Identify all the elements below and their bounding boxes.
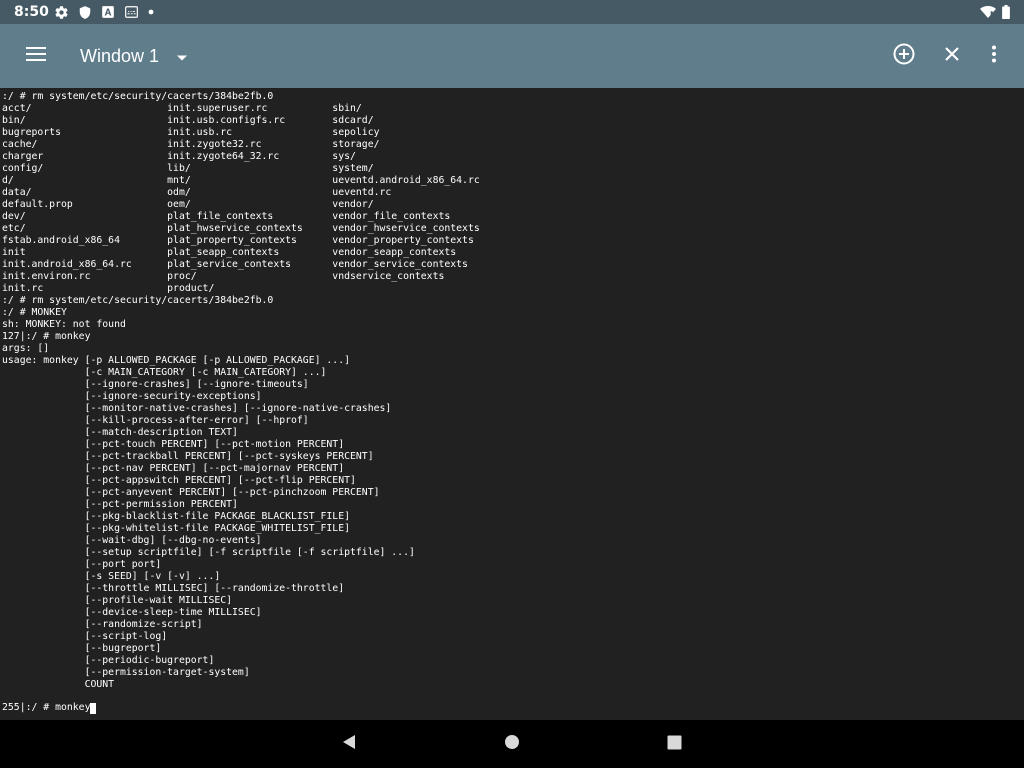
- terminal-line: [--randomize-script]: [2, 619, 203, 630]
- terminal-line: etc/ plat_hwservice_contexts vendor_hwse…: [2, 223, 480, 234]
- terminal-line: config/ lib/ system/: [2, 163, 374, 174]
- terminal-line: init.environ.rc proc/ vndservice_context…: [2, 271, 445, 282]
- terminal-line: [--pct-anyevent PERCENT] [--pct-pinchzoo…: [2, 487, 380, 498]
- battery-icon: [1002, 5, 1010, 19]
- terminal-line: :/ # rm system/etc/security/cacerts/384b…: [2, 295, 274, 306]
- font-a-icon: [101, 5, 115, 19]
- terminal-line: [--ignore-security-exceptions]: [2, 391, 262, 402]
- terminal-line: init.android_x86_64.rc plat_service_cont…: [2, 259, 468, 270]
- terminal-line: [--wait-dbg] [--dbg-no-events]: [2, 535, 262, 546]
- close-icon: [944, 46, 960, 66]
- terminal-line: usage: monkey [-p ALLOWED_PACKAGE [-p AL…: [2, 355, 350, 366]
- terminal-line: init plat_seapp_contexts vendor_seapp_co…: [2, 247, 457, 258]
- status-bar: 8:50: [0, 0, 1024, 24]
- terminal-line: [--permission-target-system]: [2, 667, 250, 678]
- terminal-line: bin/ init.usb.configfs.rc sdcard/: [2, 115, 374, 126]
- add-circle-icon: [893, 43, 915, 69]
- app-toolbar: Window 1: [0, 24, 1024, 88]
- window-title[interactable]: Window 1: [80, 44, 159, 68]
- dot-icon: [148, 9, 154, 15]
- terminal-line: [--pct-nav PERCENT] [--pct-majornav PERC…: [2, 463, 345, 474]
- terminal-line: 127|:/ # monkey: [2, 331, 91, 342]
- home-button[interactable]: [496, 728, 528, 760]
- terminal-line: [--pct-touch PERCENT] [--pct-motion PERC…: [2, 439, 345, 450]
- terminal-line: args: []: [2, 343, 50, 354]
- terminal-line: :/ # MONKEY: [2, 307, 67, 318]
- back-button[interactable]: [333, 728, 365, 760]
- shield-icon: [78, 5, 92, 20]
- status-time: 8:50: [14, 4, 49, 20]
- terminal-line: [--port port]: [2, 559, 162, 570]
- terminal-line: d/ mnt/ ueventd.android_x86_64.rc: [2, 175, 480, 186]
- terminal-line: fstab.android_x86_64 plat_property_conte…: [2, 235, 474, 246]
- terminal-line: [--pct-appswitch PERCENT] [--pct-flip PE…: [2, 475, 356, 486]
- terminal-line: [--periodic-bugreport]: [2, 655, 215, 666]
- menu-button[interactable]: [16, 36, 56, 76]
- text-cursor: [90, 702, 97, 714]
- terminal-line: [-s SEED] [-v [-v] ...]: [2, 571, 221, 582]
- terminal-line: [--pkg-whitelist-file PACKAGE_WHITELIST_…: [2, 523, 350, 534]
- terminal-line: [--device-sleep-time MILLISEC]: [2, 607, 262, 618]
- terminal-line: cache/ init.zygote32.rc storage/: [2, 139, 380, 150]
- terminal-line: [--bugreport]: [2, 643, 162, 654]
- terminal-line: bugreports init.usb.rc sepolicy: [2, 127, 380, 138]
- new-window-button[interactable]: [884, 36, 924, 76]
- chevron-down-icon: [176, 47, 188, 66]
- terminal-line: [--setup scriptfile] [-f scriptfile [-f …: [2, 547, 415, 558]
- back-icon: [341, 734, 357, 754]
- terminal-line: [--kill-process-after-error] [--hprof]: [2, 415, 309, 426]
- status-notification-icons: [54, 4, 154, 20]
- recents-icon: [667, 735, 682, 754]
- overflow-menu-button[interactable]: [974, 36, 1014, 76]
- terminal-line: init.rc product/: [2, 283, 215, 294]
- hamburger-icon: [26, 46, 46, 66]
- terminal-line: [--throttle MILLISEC] [--randomize-throt…: [2, 583, 345, 594]
- terminal-prompt-line[interactable]: 255|:/ # monkey: [2, 702, 97, 714]
- terminal-line: [--pct-permission PERCENT]: [2, 499, 238, 510]
- status-system-icons: [980, 4, 1010, 20]
- recents-button[interactable]: [658, 728, 690, 760]
- close-window-button[interactable]: [932, 36, 972, 76]
- terminal-line: [--ignore-crashes] [--ignore-timeouts]: [2, 379, 309, 390]
- keyboard-icon: [124, 5, 139, 19]
- window-dropdown-button[interactable]: [170, 44, 194, 68]
- terminal-line: [--pkg-blacklist-file PACKAGE_BLACKLIST_…: [2, 511, 350, 522]
- terminal-line: [--monitor-native-crashes] [--ignore-nat…: [2, 403, 392, 414]
- terminal-line: COUNT: [2, 679, 115, 690]
- terminal-prompt: 255|:/ # monkey: [2, 702, 91, 713]
- terminal-line: acct/ init.superuser.rc sbin/: [2, 103, 362, 114]
- terminal-line: dev/ plat_file_contexts vendor_file_cont…: [2, 211, 451, 222]
- navigation-bar: [0, 720, 1024, 768]
- terminal-line: [--match-description TEXT]: [2, 427, 238, 438]
- terminal-line: :/ # rm system/etc/security/cacerts/384b…: [2, 91, 274, 102]
- terminal-line: [--profile-wait MILLISEC]: [2, 595, 233, 606]
- terminal-output: :/ # rm system/etc/security/cacerts/384b…: [2, 91, 480, 691]
- gear-icon: [54, 5, 69, 20]
- terminal-line: charger init.zygote64_32.rc sys/: [2, 151, 356, 162]
- terminal-line: sh: MONKEY: not found: [2, 319, 126, 330]
- terminal-line: [--script-log]: [2, 631, 168, 642]
- home-icon: [504, 734, 520, 754]
- more-vert-icon: [991, 45, 997, 67]
- terminal-line: data/ odm/ ueventd.rc: [2, 187, 392, 198]
- wifi-icon: [980, 5, 996, 19]
- terminal-line: [--pct-trackball PERCENT] [--pct-syskeys…: [2, 451, 374, 462]
- terminal-line: default.prop oem/ vendor/: [2, 199, 374, 210]
- terminal-line: [-c MAIN_CATEGORY [-c MAIN_CATEGORY] ...…: [2, 367, 327, 378]
- terminal-view[interactable]: :/ # rm system/etc/security/cacerts/384b…: [0, 88, 1024, 720]
